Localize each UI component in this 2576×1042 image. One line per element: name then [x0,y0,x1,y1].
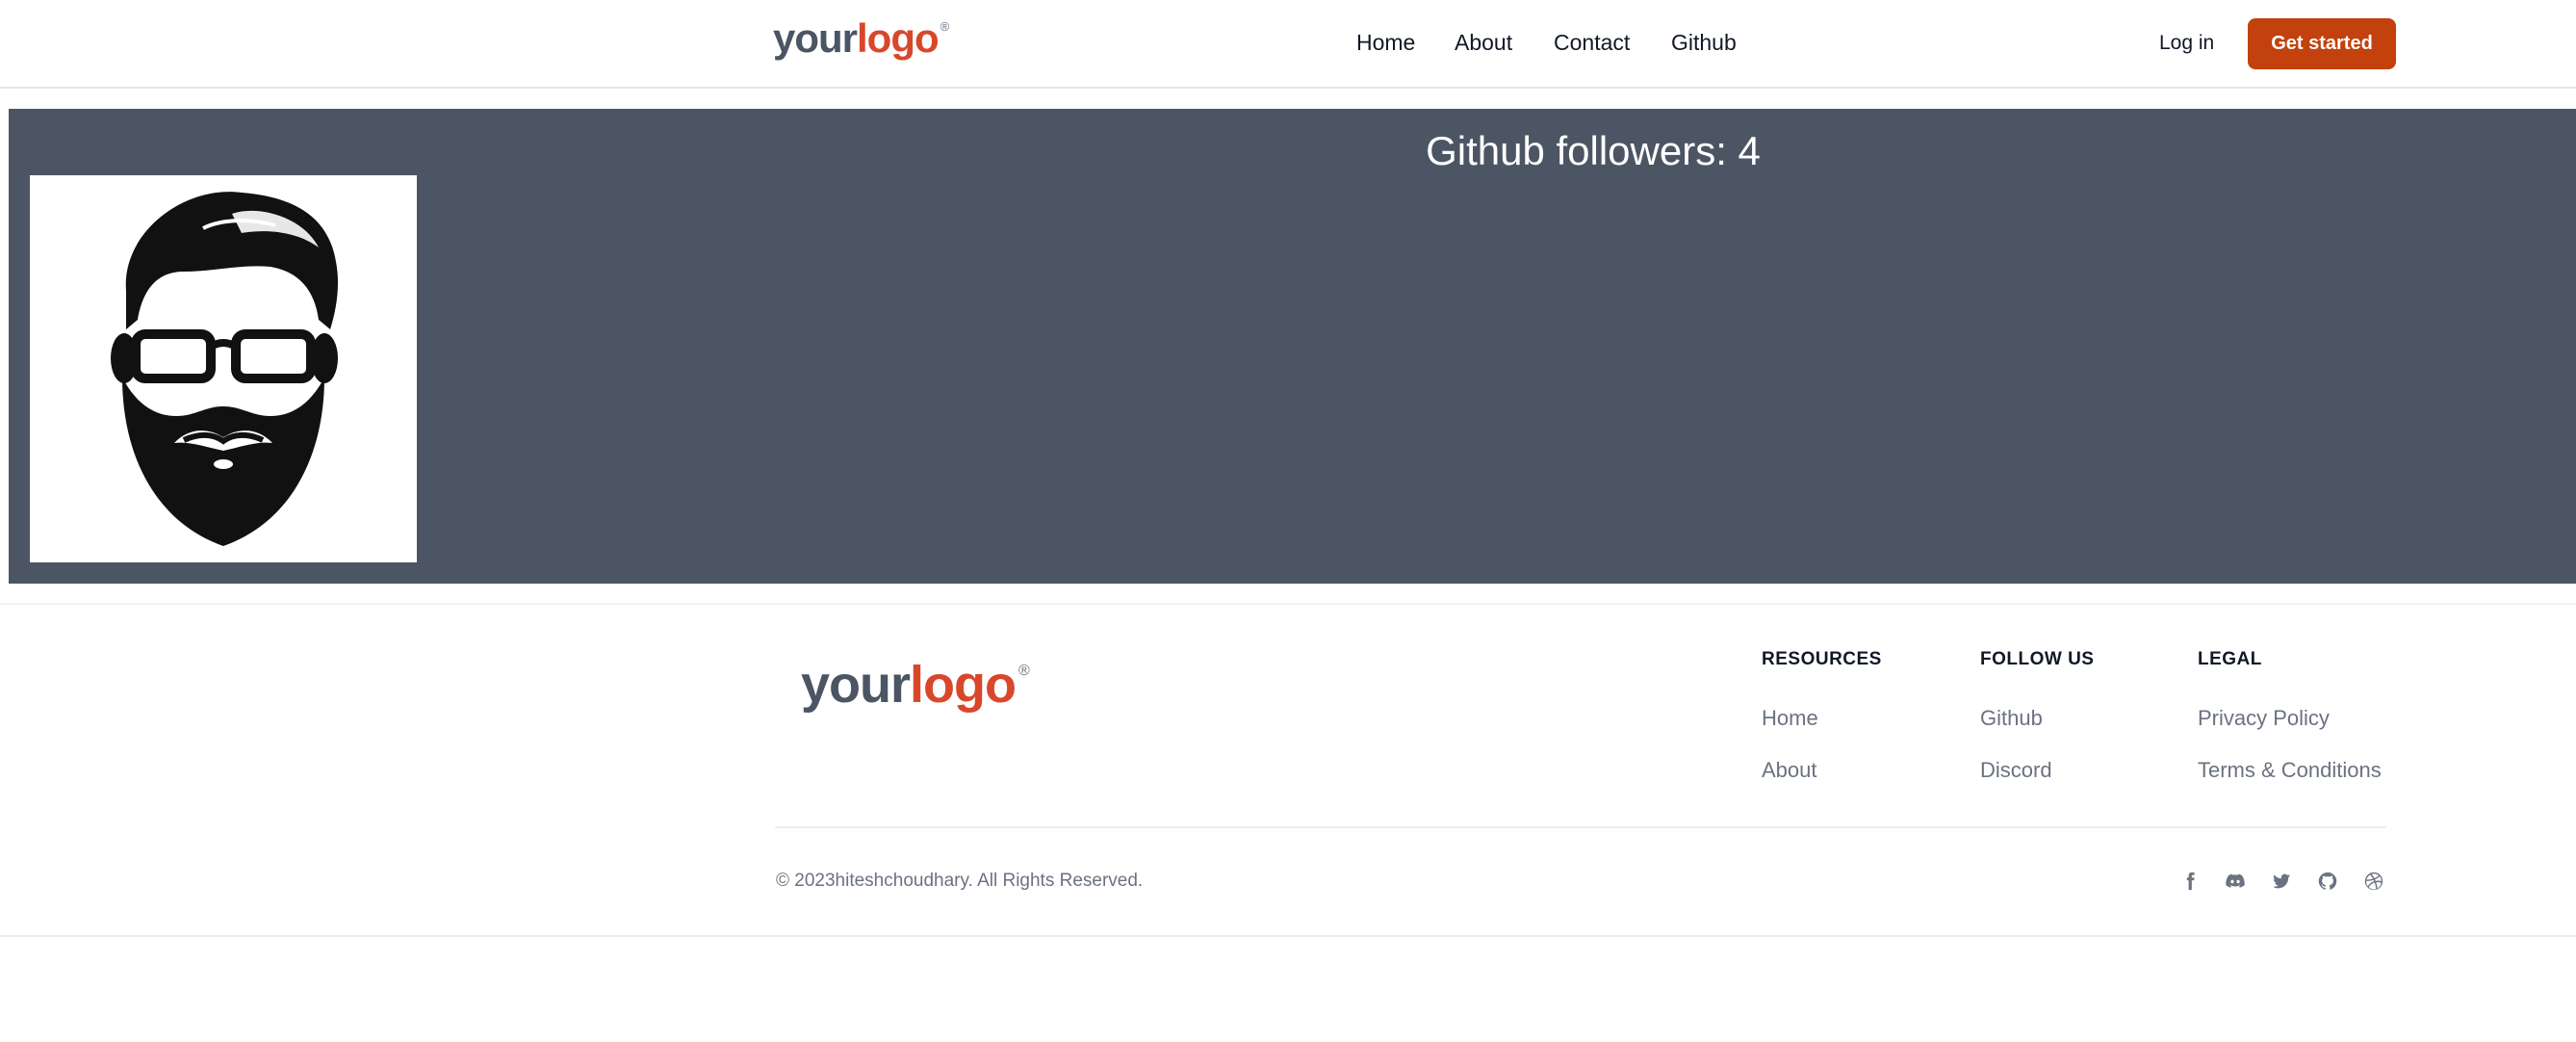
site-header: your logo ® Home About Contact Github Log … [0,0,2576,89]
logo-word-logo: logo [857,15,940,61]
github-icon[interactable] [2316,870,2339,893]
nav-github[interactable]: Github [1671,30,1737,56]
facebook-icon[interactable] [2178,870,2202,893]
footer-link-about[interactable]: About [1762,758,1817,783]
footer-link-home[interactable]: Home [1762,706,1818,731]
twitter-icon[interactable] [2270,870,2293,893]
nav-contact[interactable]: Contact [1554,30,1630,56]
profile-section: Github followers: 4 [9,109,2576,584]
logo-word-your: your [801,656,911,714]
nav-about[interactable]: About [1455,30,1512,56]
footer-divider [775,826,2386,828]
footer-heading-follow-us: FOLLOW US [1980,649,2095,669]
page-bottom-divider [0,935,2576,937]
copyright-text: © 2023hiteshchoudhary. All Rights Reserv… [776,871,1144,891]
logo-word-your: your [773,15,858,61]
footer-top-divider [0,603,2576,605]
logo-registered-mark: ® [1018,663,1030,679]
logo-registered-mark: ® [940,19,950,34]
footer-logo[interactable]: your logo ® [801,655,1030,715]
footer-link-discord[interactable]: Discord [1980,758,2052,783]
footer-heading-legal: LEGAL [2198,649,2262,669]
footer-link-privacy-policy[interactable]: Privacy Policy [2198,706,2330,731]
nav-home[interactable]: Home [1356,30,1415,56]
footer-heading-resources: RESOURCES [1762,649,1882,669]
header-logo[interactable]: your logo ® [773,15,949,62]
avatar [30,175,417,562]
footer-link-terms-conditions[interactable]: Terms & Conditions [2198,758,2382,783]
get-started-button[interactable]: Get started [2248,18,2396,69]
bearded-man-with-glasses-icon [111,192,338,546]
footer-link-github[interactable]: Github [1980,706,2043,731]
dribbble-icon[interactable] [2362,870,2385,893]
logo-word-logo: logo [910,656,1017,714]
github-followers-count: Github followers: 4 [1426,128,1761,173]
discord-icon[interactable] [2224,870,2247,893]
login-link[interactable]: Log in [2159,32,2214,55]
